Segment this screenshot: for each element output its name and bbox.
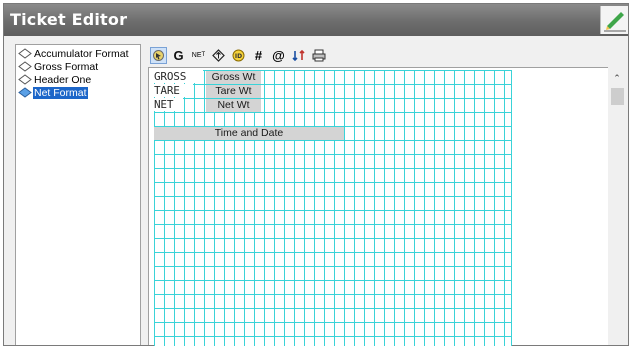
format-item-label: Gross Format	[34, 60, 99, 73]
ticket-editor-window: Ticket Editor Accumulator Format Gross F…	[3, 3, 629, 346]
format-diamond-icon	[18, 61, 32, 72]
literal-gross[interactable]: GROSS	[154, 70, 203, 83]
format-item-label: Header One	[34, 73, 92, 86]
format-diamond-icon	[18, 74, 32, 85]
gross-icon[interactable]: G	[170, 47, 187, 64]
field-gross-weight[interactable]: Gross Wt	[206, 71, 261, 84]
window-title: Ticket Editor	[10, 10, 128, 29]
format-diamond-selected-icon	[18, 87, 32, 98]
editor-content: Accumulator Format Gross Format Header O…	[7, 40, 625, 346]
field-tare-weight[interactable]: Tare Wt	[206, 85, 261, 98]
transfer-icon[interactable]	[290, 47, 307, 64]
format-list: Accumulator Format Gross Format Header O…	[15, 44, 141, 345]
scrollbar-thumb[interactable]	[611, 88, 624, 105]
vertical-scrollbar[interactable]: ⌃	[609, 67, 625, 345]
svg-text:ID: ID	[235, 53, 242, 60]
print-icon[interactable]	[310, 47, 327, 64]
title-bar: Ticket Editor	[4, 4, 628, 36]
format-item-header-one[interactable]: Header One	[18, 73, 92, 86]
format-item-gross[interactable]: Gross Format	[18, 60, 99, 73]
format-diamond-icon	[18, 48, 32, 59]
field-time-and-date[interactable]: Time and Date	[154, 127, 344, 140]
id-icon[interactable]: ID	[230, 47, 247, 64]
format-item-accumulator[interactable]: Accumulator Format	[18, 47, 130, 60]
layout-editor: G NET ID # @ GROSS Gross Wt TARE Tare Wt…	[148, 44, 625, 346]
net-icon[interactable]: NET	[190, 47, 207, 64]
tare-icon[interactable]	[210, 47, 227, 64]
field-toolbar: G NET ID # @	[148, 44, 625, 66]
literal-net[interactable]: NET	[154, 98, 183, 111]
app-logo-icon	[600, 6, 628, 34]
at-icon[interactable]: @	[270, 47, 287, 64]
scroll-up-icon[interactable]: ⌃	[612, 73, 622, 83]
literal-tare[interactable]: TARE	[154, 84, 193, 97]
number-icon[interactable]: #	[250, 47, 267, 64]
ticket-layout-canvas[interactable]: GROSS Gross Wt TARE Tare Wt NET Net Wt T…	[148, 67, 608, 346]
format-item-label: Accumulator Format	[34, 47, 129, 60]
format-item-label: Net Format	[33, 86, 88, 99]
format-item-net[interactable]: Net Format	[18, 86, 88, 99]
field-net-weight[interactable]: Net Wt	[206, 99, 261, 112]
select-tool-icon[interactable]	[150, 46, 167, 64]
